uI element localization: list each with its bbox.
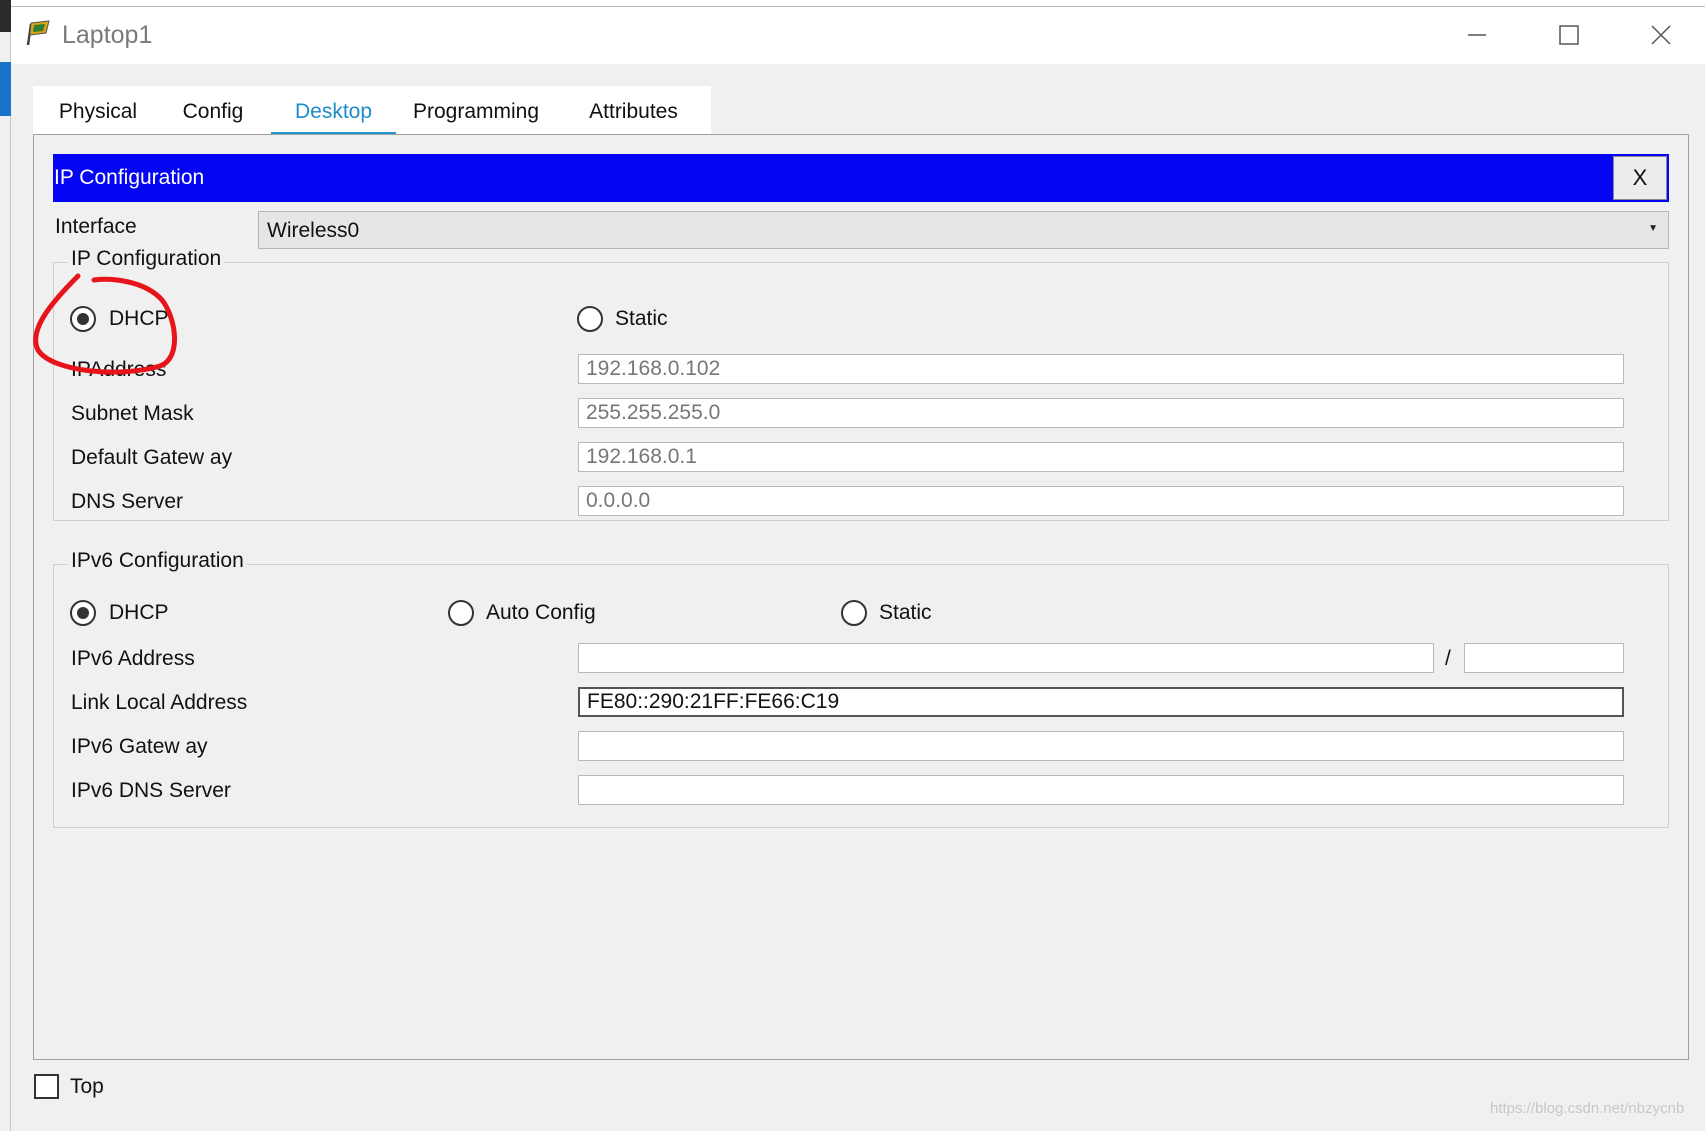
ipv6-configuration-group: IPv6 Configuration DHCP Auto Config Stat… (53, 549, 1669, 828)
ipv6-gateway-field[interactable] (578, 731, 1624, 761)
close-icon[interactable] (1636, 15, 1686, 55)
window-title: Laptop1 (62, 21, 153, 49)
background-window-tab (0, 62, 11, 116)
tab-attributes[interactable]: Attributes (556, 86, 711, 138)
dropdown-arrow-icon: ▼ (1648, 223, 1658, 234)
laptop-window: Laptop1 Physical Config Desktop Programm… (11, 6, 1705, 1131)
tab-bar: Physical Config Desktop Programming Attr… (33, 86, 711, 138)
top-checkbox-label: Top (70, 1075, 104, 1098)
ipv6-dhcp-label: DHCP (109, 601, 169, 624)
ipv6-group-title: IPv6 Configuration (68, 549, 247, 573)
ip-address-label: IPAddress (71, 358, 167, 381)
ipv6-dns-server-field[interactable] (578, 775, 1624, 805)
interface-label: Interface (55, 215, 137, 238)
ip-configuration-header: IP Configuration X (53, 154, 1669, 202)
background-window-edge (0, 0, 11, 32)
dns-server-label: DNS Server (71, 490, 184, 513)
desktop-panel: IP Configuration X Interface Wireless0 ▼… (33, 134, 1689, 1060)
tab-programming[interactable]: Programming (396, 86, 556, 138)
title-bar: Laptop1 (11, 7, 1705, 64)
ipv6-static-radio[interactable] (841, 600, 867, 626)
default-gateway-label: Default Gatew ay (71, 446, 233, 469)
ipv6-static-label: Static (879, 601, 932, 624)
ipv4-configuration-group: IP Configuration DHCP Static IPAddress 1… (53, 247, 1669, 521)
ipv6-dhcp-radio[interactable] (70, 600, 96, 626)
prefix-separator: / (1445, 647, 1451, 670)
top-checkbox[interactable] (34, 1074, 59, 1099)
ipv6-auto-config-label: Auto Config (486, 601, 596, 624)
watermark-text: https://blog.csdn.net/nbzycnb (1490, 1100, 1685, 1117)
ipv6-prefix-length-field[interactable] (1464, 643, 1624, 673)
dns-server-field[interactable]: 0.0.0.0 (578, 486, 1624, 516)
background-window-strip (0, 0, 11, 1131)
ip-configuration-close-button[interactable]: X (1613, 156, 1667, 200)
ipv6-auto-config-radio[interactable] (448, 600, 474, 626)
link-local-address-label: Link Local Address (71, 691, 248, 714)
interface-select-value: Wireless0 (267, 219, 360, 242)
tab-desktop[interactable]: Desktop (271, 86, 396, 138)
minimize-icon[interactable] (1452, 15, 1502, 55)
ipv6-address-field[interactable] (578, 643, 1434, 673)
subnet-mask-label: Subnet Mask (71, 402, 194, 425)
interface-select[interactable]: Wireless0 ▼ (258, 211, 1669, 249)
tab-physical[interactable]: Physical (33, 86, 163, 138)
maximize-icon[interactable] (1544, 15, 1594, 55)
ipv4-static-label: Static (615, 307, 668, 330)
ipv4-dhcp-radio[interactable] (70, 306, 96, 332)
default-gateway-field[interactable]: 192.168.0.1 (578, 442, 1624, 472)
ipv6-gateway-label: IPv6 Gatew ay (71, 735, 208, 758)
ip-address-field[interactable]: 192.168.0.102 (578, 354, 1624, 384)
ipv4-dhcp-label: DHCP (109, 307, 169, 330)
laptop-app-icon (26, 20, 50, 46)
tab-config[interactable]: Config (163, 86, 263, 138)
subnet-mask-field[interactable]: 255.255.255.0 (578, 398, 1624, 428)
ipv6-address-label: IPv6 Address (71, 647, 195, 670)
ipv6-dns-server-label: IPv6 DNS Server (71, 779, 231, 802)
ip-configuration-title: IP Configuration (54, 166, 205, 189)
link-local-address-field[interactable]: FE80::290:21FF:FE66:C19 (578, 687, 1624, 717)
ipv4-static-radio[interactable] (577, 306, 603, 332)
ipv4-group-title: IP Configuration (68, 247, 225, 271)
